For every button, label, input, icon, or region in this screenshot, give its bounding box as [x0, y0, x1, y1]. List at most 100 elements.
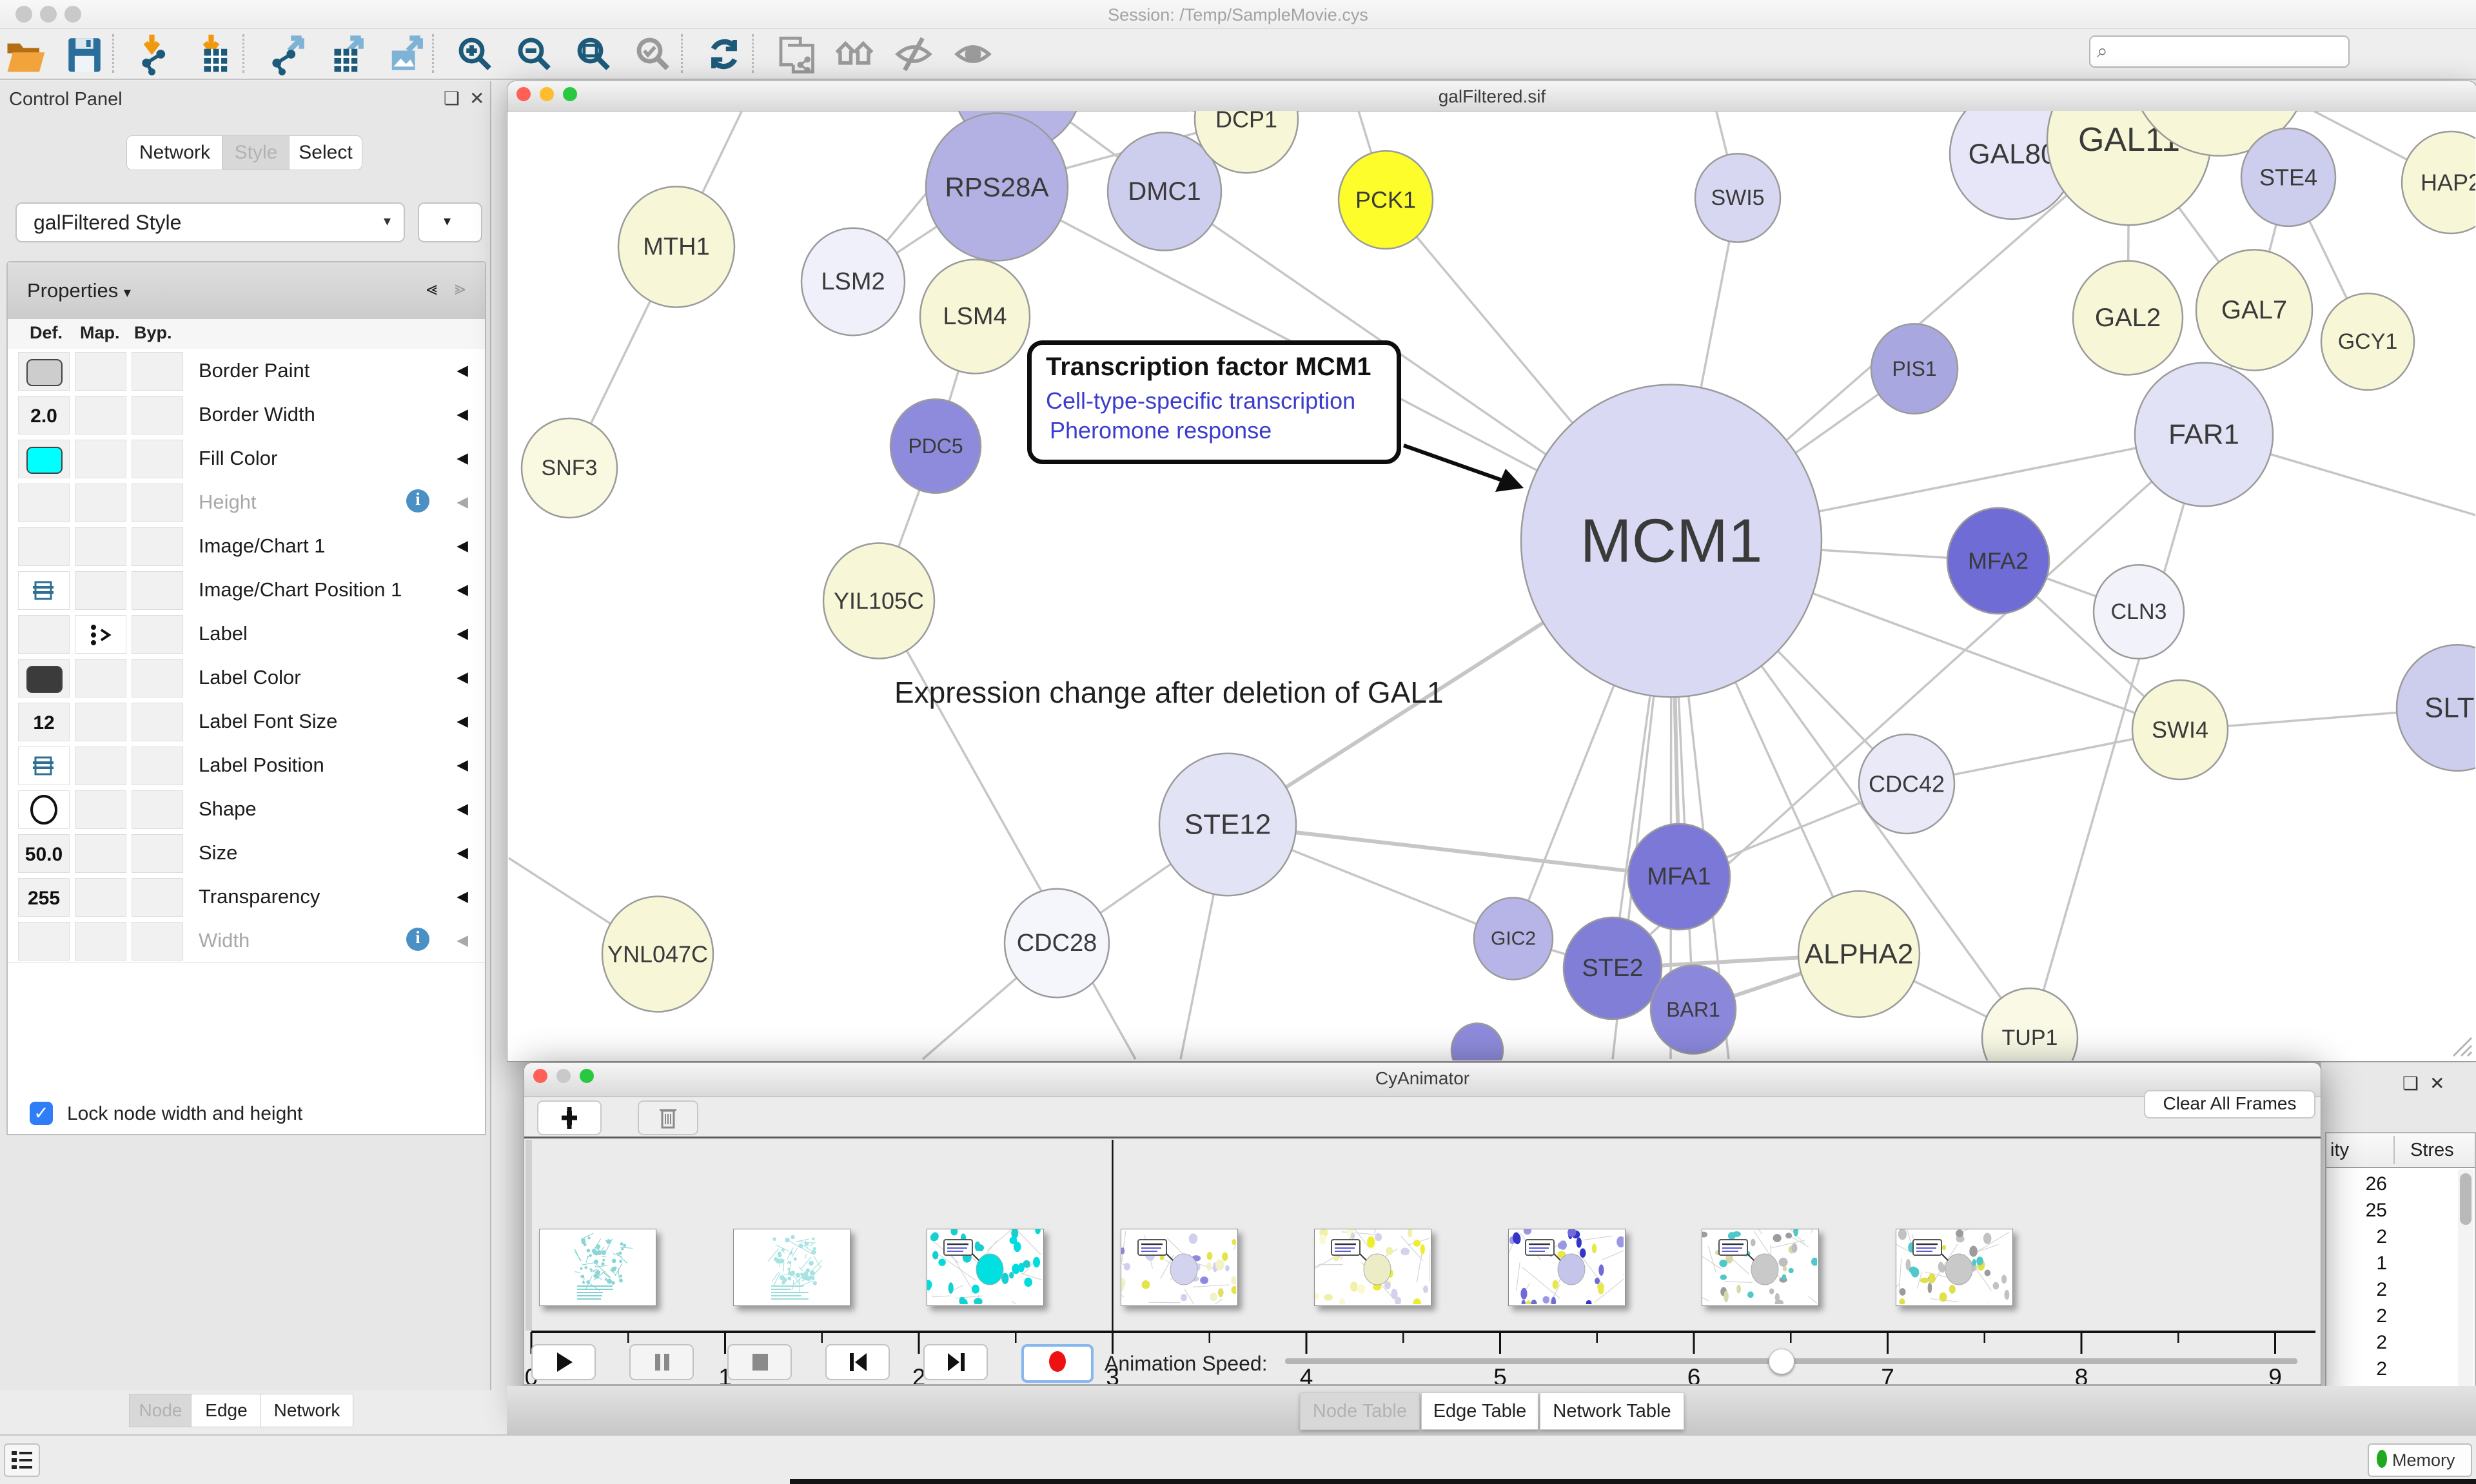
bypass-cell[interactable]: [132, 747, 183, 785]
property-row-border-paint[interactable]: Border Paint◀: [8, 349, 485, 393]
mapping-cell[interactable]: [75, 571, 126, 610]
mapping-cell[interactable]: [75, 527, 126, 566]
delete-frame-button[interactable]: [638, 1100, 698, 1135]
mapping-cell[interactable]: [75, 790, 126, 829]
bypass-cell[interactable]: [132, 352, 183, 391]
close-panel-icon[interactable]: ✕: [2430, 1073, 2444, 1094]
stop-button[interactable]: [727, 1344, 792, 1380]
property-row-width[interactable]: Widthi◀: [8, 919, 485, 963]
panel-tab-node[interactable]: Node: [129, 1394, 192, 1427]
default-value-cell[interactable]: [18, 527, 70, 566]
bypass-cell[interactable]: [132, 703, 183, 741]
expand-row-icon[interactable]: ◀: [457, 449, 468, 467]
info-icon[interactable]: i: [406, 489, 429, 513]
pause-button[interactable]: [629, 1344, 694, 1380]
clear-all-frames-button[interactable]: Clear All Frames: [2144, 1090, 2315, 1118]
results-cell[interactable]: 2: [2330, 1305, 2387, 1327]
bypass-cell[interactable]: [132, 396, 183, 434]
add-frame-button[interactable]: [537, 1100, 602, 1135]
play-button[interactable]: [531, 1344, 596, 1380]
mapping-cell[interactable]: [75, 483, 126, 522]
bypass-cell[interactable]: [132, 615, 183, 654]
expand-row-icon[interactable]: ◀: [457, 581, 468, 598]
open-session-icon[interactable]: [4, 33, 46, 75]
import-network-icon[interactable]: [134, 33, 177, 75]
default-value-cell[interactable]: 50.0: [18, 834, 70, 873]
panel-tab-network[interactable]: Network: [260, 1394, 353, 1427]
style-selector[interactable]: galFiltered Style ▾: [15, 202, 405, 242]
expand-row-icon[interactable]: ◀: [457, 362, 468, 379]
property-row-height[interactable]: Heighti◀: [8, 480, 485, 525]
property-row-label-position[interactable]: Label Position◀: [8, 743, 485, 788]
expand-row-icon[interactable]: ◀: [457, 800, 468, 817]
expand-row-icon[interactable]: ◀: [457, 844, 468, 861]
expand-row-icon[interactable]: ◀: [457, 932, 468, 949]
animation-speed-slider[interactable]: [1285, 1358, 2297, 1364]
show-annotations-icon[interactable]: [952, 33, 994, 75]
collapse-all-icon[interactable]: ⪢: [455, 278, 466, 300]
annotation-box[interactable]: Transcription factor MCM1 Cell-type-spec…: [1027, 340, 1401, 464]
tab-node-table[interactable]: Node Table: [1300, 1392, 1420, 1430]
default-value-cell[interactable]: [18, 790, 70, 829]
bypass-cell[interactable]: [132, 527, 183, 566]
mapping-cell[interactable]: [75, 440, 126, 478]
default-value-cell[interactable]: [18, 747, 70, 785]
memory-button[interactable]: Memory: [2368, 1443, 2472, 1477]
property-row-fill-color[interactable]: Fill Color◀: [8, 436, 485, 481]
save-session-icon[interactable]: [63, 33, 106, 75]
export-image-icon[interactable]: [383, 33, 426, 75]
zoom-out-icon[interactable]: [513, 33, 556, 75]
results-cell[interactable]: 2: [2330, 1279, 2387, 1301]
share-document-icon[interactable]: [774, 33, 816, 75]
slider-thumb[interactable]: [1769, 1349, 1794, 1374]
skip-start-button[interactable]: [825, 1344, 890, 1380]
default-value-cell[interactable]: 255: [18, 878, 70, 917]
zoom-in-icon[interactable]: [454, 33, 496, 75]
record-button[interactable]: [1021, 1344, 1094, 1383]
default-value-cell[interactable]: [18, 483, 70, 522]
export-network-icon[interactable]: [264, 33, 307, 75]
bypass-cell[interactable]: [132, 659, 183, 698]
annotation-link[interactable]: Cell-type-specific transcription: [1046, 387, 1355, 415]
bypass-cell[interactable]: [132, 790, 183, 829]
info-icon[interactable]: i: [406, 928, 429, 951]
results-col-stress[interactable]: Stres: [2410, 1140, 2454, 1161]
results-col-ity[interactable]: ity: [2330, 1140, 2349, 1161]
tab-network-table[interactable]: Network Table: [1540, 1392, 1684, 1430]
search-input[interactable]: ⌕: [2089, 35, 2350, 68]
property-row-label-color[interactable]: Label Color◀: [8, 656, 485, 700]
bypass-cell[interactable]: [132, 834, 183, 873]
mapping-cell[interactable]: [75, 703, 126, 741]
results-cell[interactable]: 2: [2330, 1332, 2387, 1354]
default-value-cell[interactable]: [18, 352, 70, 391]
style-options-button[interactable]: ▾: [418, 202, 482, 242]
panel-selector-button[interactable]: [4, 1443, 40, 1477]
default-value-cell[interactable]: 12: [18, 703, 70, 741]
mapping-cell[interactable]: [75, 922, 126, 961]
close-panel-icon[interactable]: ✕: [469, 88, 484, 109]
expand-row-icon[interactable]: ◀: [457, 405, 468, 423]
float-panel-icon[interactable]: ❏: [444, 88, 460, 109]
results-cell[interactable]: 2: [2330, 1226, 2387, 1248]
tab-network[interactable]: Network: [126, 135, 223, 170]
zoom-fit-icon[interactable]: [573, 33, 615, 75]
default-value-cell[interactable]: [18, 440, 70, 478]
default-value-cell[interactable]: [18, 615, 70, 654]
default-value-cell[interactable]: [18, 571, 70, 610]
mapping-cell[interactable]: [75, 615, 126, 654]
expand-row-icon[interactable]: ◀: [457, 493, 468, 511]
network-node-node-bottom-1[interactable]: [1451, 1023, 1503, 1060]
results-cell[interactable]: 1: [2330, 1253, 2387, 1274]
properties-header[interactable]: Properties ▾ ⪡ ⪢: [8, 262, 485, 320]
import-table-icon[interactable]: [193, 33, 236, 75]
scrollbar-thumb[interactable]: [2460, 1173, 2471, 1225]
property-row-image-chart-position-1[interactable]: Image/Chart Position 1◀: [8, 568, 485, 612]
mapping-cell[interactable]: [75, 659, 126, 698]
property-row-image-chart-1[interactable]: Image/Chart 1◀: [8, 524, 485, 569]
expand-row-icon[interactable]: ◀: [457, 537, 468, 554]
bypass-cell[interactable]: [132, 878, 183, 917]
mapping-cell[interactable]: [75, 396, 126, 434]
tab-edge-table[interactable]: Edge Table: [1421, 1392, 1538, 1430]
bypass-cell[interactable]: [132, 922, 183, 961]
property-row-label[interactable]: Label◀: [8, 612, 485, 656]
